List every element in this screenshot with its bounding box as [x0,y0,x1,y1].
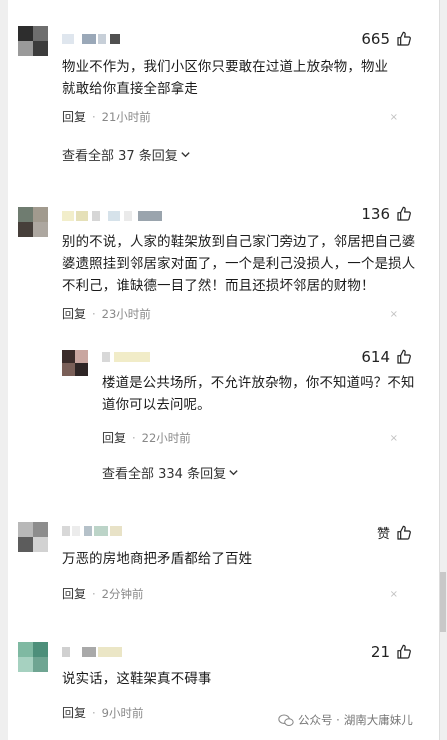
thumbs-up-icon [397,644,411,659]
timestamp: 23小时前 [101,306,151,321]
username-blurred[interactable] [62,211,166,223]
thumbs-up-icon [397,525,411,540]
separator-dot: · [92,109,96,124]
comment-text: 楼道是公共场所，不允许放杂物，你不知道吗？不知道你可以去问呢。 [102,376,415,413]
like-label: 赞 [376,527,390,542]
close-icon[interactable]: × [390,112,398,123]
separator-dot: · [92,586,96,601]
like-count: 665 [361,30,390,48]
scrollbar-thumb[interactable] [440,572,446,632]
comment-text: 物业不作为，我们小区你只要敢在过道上放杂物，物业就敢给你直接全部拿走 [62,60,389,97]
chevron-down-icon [181,152,190,158]
view-all-replies-label: 查看全部 37 条回复 [62,149,178,164]
close-icon[interactable]: × [390,433,398,444]
avatar[interactable] [18,522,48,552]
like-count: 614 [361,348,390,366]
thumbs-up-icon [397,206,411,221]
watermark-prefix: 公众号 · [298,713,340,727]
comment-meta: 回复 · 23小时前 [62,305,151,322]
chevron-down-icon [229,470,238,476]
like-button[interactable]: 614 [361,348,412,366]
close-icon[interactable]: × [390,309,398,320]
like-count: 136 [361,205,390,223]
timestamp: 2分钟前 [101,586,144,601]
like-button[interactable]: 21 [371,643,412,661]
like-button[interactable]: 665 [361,30,412,48]
comment-meta: 回复 · 22小时前 [102,429,191,446]
separator-dot: · [92,306,96,321]
reply-button[interactable]: 回复 [62,704,86,721]
comment-text: 说实话，这鞋架真不碍事 [62,672,212,687]
timestamp: 21小时前 [101,109,151,124]
username-blurred[interactable] [62,526,126,538]
view-all-replies-label: 查看全部 334 条回复 [102,467,227,482]
like-button[interactable]: 赞 [377,523,412,542]
avatar[interactable] [18,207,48,237]
like-button[interactable]: 136 [361,205,412,223]
avatar[interactable] [18,642,48,672]
thumbs-up-icon [397,31,411,46]
view-all-replies-button[interactable]: 查看全部 334 条回复 [102,463,239,482]
username-blurred[interactable] [62,34,122,46]
comment-text: 别的不说，人家的鞋架放到自己家门旁边了，邻居把自己婆婆遗照挂到邻居家对面了，一个… [62,235,416,294]
username-blurred[interactable] [102,352,152,364]
like-count: 21 [370,643,390,661]
username-blurred[interactable] [62,647,124,659]
wechat-icon [278,713,294,726]
wechat-watermark: 公众号 · 湖南大庸妹儿 [278,712,413,728]
reply-button[interactable]: 回复 [62,108,86,125]
avatar[interactable] [62,350,88,376]
separator-dot: · [92,705,96,720]
reply-button[interactable]: 回复 [102,429,126,446]
view-all-replies-button[interactable]: 查看全部 37 条回复 [62,145,191,164]
comment-meta: 回复 · 9小时前 [62,704,144,721]
comment-text: 万恶的房地商把矛盾都给了百姓 [62,552,253,567]
comment-meta: 回复 · 21小时前 [62,108,151,125]
close-icon[interactable]: × [390,589,398,600]
separator-dot: · [132,430,136,445]
avatar[interactable] [18,26,48,56]
reply-button[interactable]: 回复 [62,305,86,322]
timestamp: 22小时前 [141,430,191,445]
timestamp: 9小时前 [101,705,144,720]
watermark-account: 湖南大庸妹儿 [343,713,413,727]
window-frame-left [0,0,8,740]
thumbs-up-icon [397,349,411,364]
comment-meta: 回复 · 2分钟前 [62,585,144,602]
reply-button[interactable]: 回复 [62,585,86,602]
